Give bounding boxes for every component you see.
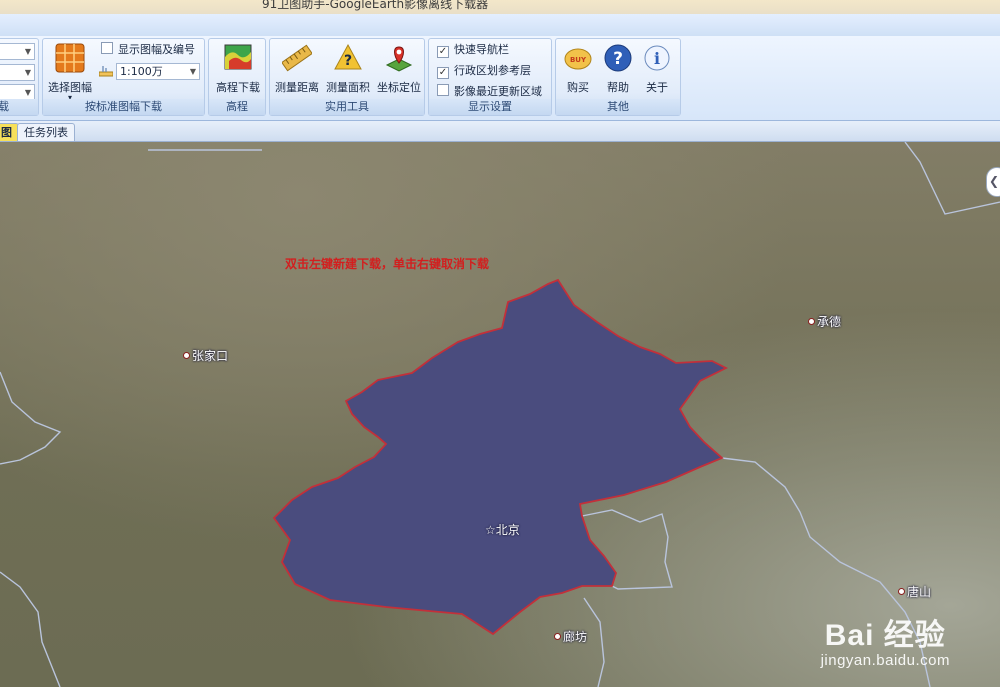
- chevron-down-icon: ▼: [24, 88, 31, 97]
- quick-nav-checkbox[interactable]: ✓: [437, 46, 449, 58]
- city-tangshan[interactable]: 唐山: [898, 583, 931, 600]
- ribbon-group-partial: ▼ ▼ ▼ 载: [0, 38, 39, 116]
- measure-area-label: 测量面积: [326, 81, 370, 94]
- chevron-down-icon: ▼: [189, 67, 196, 76]
- svg-text:?: ?: [613, 49, 623, 69]
- about-label: 关于: [646, 81, 668, 94]
- quick-nav-label: 快速导航栏: [454, 43, 509, 56]
- chevron-left-icon: ❮: [989, 174, 1000, 188]
- show-sheet-label: 显示图幅及编号: [118, 43, 195, 56]
- ribbon-group-elevation: 高程下载 高程: [208, 38, 266, 116]
- ruler-icon: [281, 44, 313, 72]
- partial-combo-1[interactable]: ▼: [0, 43, 35, 60]
- svg-text:BUY: BUY: [570, 56, 587, 64]
- measure-area-button[interactable]: ? 测量面积: [323, 43, 373, 99]
- scale-value: 1:100万: [120, 65, 163, 78]
- tab-map-label: 图: [1, 126, 12, 139]
- map-view[interactable]: 双击左键新建下载，单击右键取消下载 张家口 承德 ☆北京 唐山 廊坊 ❮ Bai…: [0, 142, 1000, 687]
- admin-layer-label: 行政区划参考层: [454, 64, 531, 77]
- ribbon-group-display: ✓ 快速导航栏 ✓ 行政区划参考层 影像最近更新区域 显示设置: [428, 38, 552, 116]
- city-tangshan-label: 唐山: [907, 585, 932, 599]
- city-beijing[interactable]: ☆北京: [485, 521, 520, 538]
- map-canvas: [0, 142, 1000, 687]
- info-icon: i: [644, 45, 670, 71]
- help-button[interactable]: ? 帮助: [598, 43, 638, 99]
- svg-text:?: ?: [344, 53, 352, 69]
- watermark-url: jingyan.baidu.com: [820, 652, 950, 669]
- city-dot-icon: [554, 633, 561, 640]
- city-beijing-label: 北京: [495, 523, 520, 537]
- tab-task-list[interactable]: 任务列表: [17, 123, 75, 141]
- quick-nav-row[interactable]: ✓ 快速导航栏: [437, 41, 509, 59]
- ribbon-toolbar: ▼ ▼ ▼ 载 选择图幅 ▾ 显示图幅及编号 1:100万 ▼ 按标准图幅下载: [0, 36, 1000, 121]
- menu-bar: [0, 14, 1000, 37]
- group-label-other: 其他: [556, 99, 680, 115]
- elevation-map-icon: [224, 44, 252, 70]
- ribbon-group-other: BUY 购买 ? 帮助 i 关于 其他: [555, 38, 681, 116]
- city-zhangjiakou[interactable]: 张家口: [183, 347, 228, 364]
- tab-task-list-label: 任务列表: [24, 126, 68, 139]
- buy-tag-icon: BUY: [564, 48, 592, 70]
- city-langfang-label: 廊坊: [563, 630, 588, 644]
- buy-label: 购买: [567, 81, 589, 94]
- capital-star-icon: ☆: [485, 523, 496, 537]
- ribbon-group-standard-download: 选择图幅 ▾ 显示图幅及编号 1:100万 ▼ 按标准图幅下载: [42, 38, 205, 116]
- title-bar: 91卫图助手-GoogleEarth影像离线下载器: [0, 0, 1000, 14]
- watermark-main: Bai 经验: [824, 619, 946, 652]
- buy-button[interactable]: BUY 购买: [558, 43, 598, 99]
- elevation-download-label: 高程下载: [216, 81, 260, 94]
- baidu-jingyan-watermark: Bai 经验 jingyan.baidu.com: [821, 610, 950, 669]
- chevron-down-icon: ▼: [24, 68, 31, 77]
- city-dot-icon: [183, 352, 190, 359]
- group-label-tools: 实用工具: [270, 99, 424, 115]
- ribbon-group-tools: 测量距离 ? 测量面积 坐标定位 实用工具: [269, 38, 425, 116]
- beijing-region[interactable]: [272, 278, 729, 636]
- recent-update-checkbox[interactable]: [437, 84, 449, 96]
- select-sheet-button[interactable]: 选择图幅 ▾: [45, 43, 95, 102]
- help-label: 帮助: [607, 81, 629, 94]
- measure-distance-button[interactable]: 测量距离: [272, 43, 322, 99]
- scale-ruler-icon: [99, 66, 113, 77]
- chevron-down-icon: ▼: [24, 47, 31, 56]
- measure-distance-label: 测量距离: [275, 81, 319, 94]
- area-question-icon: ?: [334, 43, 362, 70]
- window-title: 91卫图助手-GoogleEarth影像离线下载器: [262, 0, 489, 11]
- city-chengde-label: 承德: [817, 315, 842, 329]
- city-langfang[interactable]: 廊坊: [554, 628, 587, 645]
- show-sheet-checkbox-row[interactable]: 显示图幅及编号: [101, 41, 195, 59]
- about-button[interactable]: i 关于: [637, 43, 677, 99]
- show-sheet-checkbox[interactable]: [101, 42, 113, 54]
- group-label-display: 显示设置: [429, 99, 551, 115]
- admin-layer-row[interactable]: ✓ 行政区划参考层: [437, 62, 531, 80]
- city-zhangjiakou-label: 张家口: [192, 349, 229, 363]
- svg-text:i: i: [654, 49, 660, 68]
- city-chengde[interactable]: 承德: [808, 313, 841, 330]
- group-label-standard-download: 按标准图幅下载: [43, 99, 204, 115]
- group-label-elevation: 高程: [209, 99, 265, 115]
- help-icon: ?: [604, 44, 632, 72]
- group-label-partial: 载: [0, 99, 38, 115]
- coord-locate-label: 坐标定位: [377, 81, 421, 94]
- location-pin-icon: [385, 46, 413, 72]
- collapse-panel-button[interactable]: ❮: [986, 167, 1000, 197]
- scale-select[interactable]: 1:100万 ▼: [116, 63, 200, 80]
- city-dot-icon: [898, 588, 905, 595]
- recent-update-label: 影像最近更新区域: [454, 85, 542, 98]
- map-hint-text: 双击左键新建下载，单击右键取消下载: [285, 257, 490, 271]
- tab-bar: 图 任务列表: [0, 121, 1000, 142]
- city-dot-icon: [808, 318, 815, 325]
- admin-layer-checkbox[interactable]: ✓: [437, 67, 449, 79]
- partial-combo-2[interactable]: ▼: [0, 64, 35, 81]
- elevation-download-button[interactable]: 高程下载: [212, 43, 264, 99]
- coord-locate-button[interactable]: 坐标定位: [374, 43, 424, 99]
- grid-sheet-icon: [55, 43, 85, 73]
